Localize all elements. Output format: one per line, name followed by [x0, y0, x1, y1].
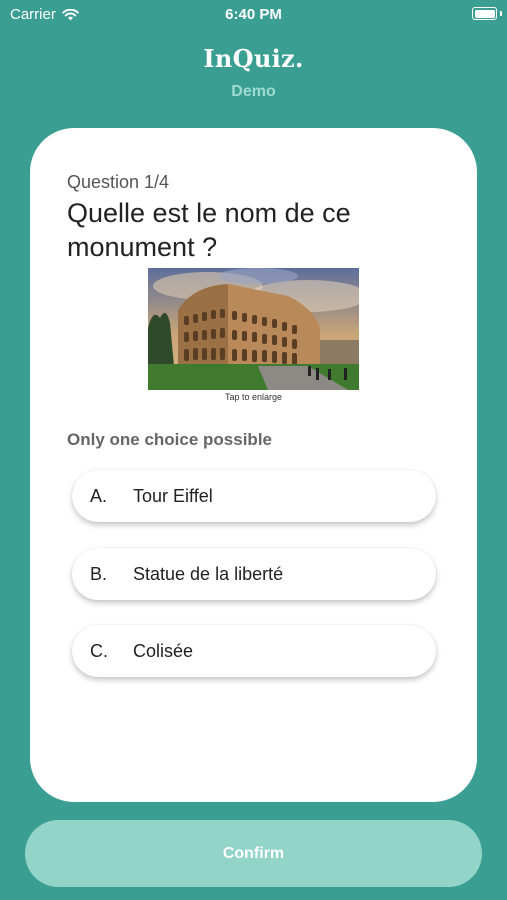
enlarge-hint[interactable]: Tap to enlarge	[30, 392, 477, 402]
choice-c[interactable]: C. Colisée	[72, 625, 436, 677]
battery-tip	[500, 11, 502, 16]
choice-label: Statue de la liberté	[133, 563, 284, 584]
status-time: 6:40 PM	[225, 6, 282, 23]
choice-letter: B.	[90, 563, 108, 584]
confirm-button[interactable]: Confirm	[25, 820, 482, 887]
colosseum-photo	[148, 268, 359, 390]
question-counter: Question 1/4	[67, 172, 170, 192]
selection-hint: Only one choice possible	[67, 430, 272, 449]
choice-b[interactable]: B. Statue de la liberté	[72, 548, 436, 600]
choice-label: Colisée	[133, 640, 194, 661]
question-text: Quelle est le nom de ce monument ?	[67, 198, 351, 262]
app-header: InQuiz. Demo	[0, 44, 507, 101]
choice-letter: C.	[90, 640, 108, 661]
mode-subtitle: Demo	[231, 83, 276, 100]
question-card: Question 1/4 Quelle est le nom de ce mon…	[30, 128, 477, 802]
question-image[interactable]	[148, 268, 359, 390]
choice-letter: A.	[90, 485, 108, 506]
confirm-label: Confirm	[222, 844, 285, 862]
battery-icon	[472, 7, 497, 20]
choice-label: Tour Eiffel	[133, 485, 213, 506]
choice-a[interactable]: A. Tour Eiffel	[72, 470, 436, 522]
status-bar: Carrier 6:40 PM	[0, 0, 507, 28]
app-logo: InQuiz.	[203, 44, 304, 73]
